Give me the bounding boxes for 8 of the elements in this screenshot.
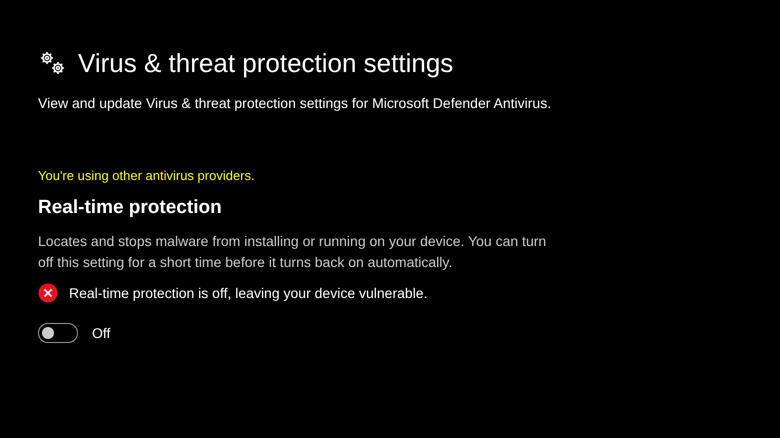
notice-text: You're using other antivirus providers. [38, 168, 256, 183]
alert-text: Real-time protection is off, leaving your device vulnerable. [69, 285, 428, 301]
toggle-label: Off [92, 325, 110, 341]
page-title: Virus & threat protection settings [78, 48, 454, 79]
section-heading: Real-time protection [38, 197, 223, 219]
page-description: View and update Virus & threat protection settings for Microsoft Defender Antivirus. [38, 94, 552, 113]
section-description: Locates and stops malware from installing or running on your device. You can turn off this setting for a short time before it turns back on automatically. [38, 232, 548, 272]
toggle-switch[interactable] [38, 323, 78, 343]
